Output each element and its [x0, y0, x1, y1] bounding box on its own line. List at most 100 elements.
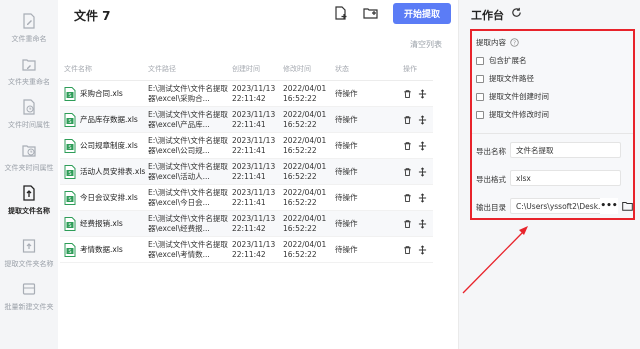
option-label: 提取文件路径 [489, 74, 534, 83]
excel-file-icon: S [64, 138, 76, 153]
modified-time: 2022/04/01 16:52:22 [283, 239, 327, 259]
start-extract-button[interactable]: 开始提取 [393, 3, 451, 24]
move-icon[interactable] [418, 140, 427, 151]
move-icon[interactable] [418, 166, 427, 177]
table-row[interactable]: S 公司规章制度.xls E:\测试文件\文件名提取器\excel\公司规... 20… [60, 133, 433, 159]
file-name: 今日会议安排.xls [80, 192, 138, 202]
sidebar-item-label: 文件夹重命名 [8, 78, 50, 86]
created-time: 2023/11/13 22:11:42 [232, 213, 276, 233]
folder-icon[interactable] [622, 201, 633, 211]
table-row[interactable]: S 经费报销.xls E:\测试文件\文件名提取器\excel\经费报... 2023… [60, 211, 433, 237]
file-name-cell: S 活动人员安排表.xls [60, 164, 148, 179]
export-format-select[interactable]: xlsx [510, 170, 621, 186]
table-header: 文件名称 文件路径 创建时间 修改时间 状态 操作 [60, 57, 433, 81]
file-path: E:\测试文件\文件名提取器\excel\经费报... [148, 213, 228, 233]
file-name-cell: S 今日会议安排.xls [60, 190, 148, 205]
file-name: 公司规章制度.xls [80, 140, 138, 150]
batch-new-folder-icon [22, 283, 36, 295]
modified-time: 2022/04/01 16:52:22 [283, 213, 327, 233]
help-icon[interactable]: ? [510, 38, 519, 47]
svg-text:S: S [68, 223, 71, 229]
output-dir-label: 输出目录 [476, 203, 506, 212]
browse-more-button[interactable]: ••• [600, 198, 618, 214]
sidebar-item-label: 文件时间属性 [8, 121, 50, 129]
extract-foldername-icon [22, 239, 36, 253]
file-path: E:\测试文件\文件名提取器\excel\采购合... [148, 83, 228, 103]
sidebar-item-folder-time[interactable]: 文件夹时间属性 [0, 138, 58, 182]
delete-icon[interactable] [403, 193, 412, 203]
add-folder-icon[interactable] [363, 6, 379, 20]
move-icon[interactable] [418, 192, 427, 203]
table-row[interactable]: S 活动人员安排表.xls E:\测试文件\文件名提取器\excel\活动人... 2… [60, 159, 433, 185]
delete-icon[interactable] [403, 167, 412, 177]
checkbox[interactable] [476, 56, 484, 65]
extract-content-heading: 提取内容 ? [476, 37, 519, 48]
page-title: 文件 7 [74, 9, 111, 23]
column-header-modified: 修改时间 [283, 64, 311, 73]
file-name: 采购合同.xls [80, 88, 123, 98]
delete-icon[interactable] [403, 219, 412, 229]
excel-file-icon: S [64, 86, 76, 101]
option-label: 包含扩展名 [489, 56, 527, 65]
sidebar-item-label: 文件重命名 [11, 35, 47, 43]
created-time: 2023/11/13 22:11:41 [232, 161, 276, 181]
option-include-extension[interactable]: 包含扩展名 [476, 55, 527, 66]
column-header-name: 文件名称 [64, 64, 92, 73]
modified-time: 2022/04/01 16:52:22 [283, 83, 327, 103]
file-name: 活动人员安排表.xls [80, 166, 146, 176]
sidebar-item-batch-new-folder[interactable]: 批量新建文件夹 [0, 277, 58, 321]
folder-time-icon [22, 145, 36, 157]
file-name-cell: S 产品库存数据.xls [60, 112, 148, 127]
checkbox[interactable] [476, 92, 484, 101]
modified-time: 2022/04/01 16:52:22 [283, 135, 327, 155]
row-actions [403, 166, 433, 177]
delete-icon[interactable] [403, 141, 412, 151]
move-icon[interactable] [418, 244, 427, 255]
created-time: 2023/11/13 22:11:42 [232, 239, 276, 259]
clear-list-button[interactable]: 清空列表 [410, 39, 442, 50]
status-text: 待操作 [335, 192, 358, 202]
status-text: 待操作 [335, 114, 358, 124]
delete-icon[interactable] [403, 115, 412, 125]
sidebar-item-extract-filename[interactable]: 提取文件名称 [0, 181, 58, 225]
status-text: 待操作 [335, 218, 358, 228]
option-label: 提取文件修改时间 [489, 110, 549, 119]
file-name: 产品库存数据.xls [80, 114, 138, 124]
option-extract-created-time[interactable]: 提取文件创建时间 [476, 91, 549, 102]
sidebar-item-file-rename[interactable]: 文件重命名 [0, 9, 58, 53]
status-text: 待操作 [335, 88, 358, 98]
move-icon[interactable] [418, 88, 427, 99]
refresh-icon[interactable] [511, 7, 522, 18]
table-row[interactable]: S 考情数据.xls E:\测试文件\文件名提取器\excel\考情数... 2023… [60, 237, 433, 263]
excel-file-icon: S [64, 242, 76, 257]
svg-text:S: S [68, 171, 71, 177]
file-time-icon [23, 99, 35, 115]
file-name-cell: S 采购合同.xls [60, 86, 148, 101]
move-icon[interactable] [418, 218, 427, 229]
svg-text:S: S [68, 145, 71, 151]
sidebar-item-extract-foldername[interactable]: 提取文件夹名称 [0, 234, 58, 278]
checkbox[interactable] [476, 74, 484, 83]
svg-text:S: S [68, 249, 71, 255]
row-actions [403, 244, 433, 255]
table-row[interactable]: S 今日会议安排.xls E:\测试文件\文件名提取器\excel\今日会... 20… [60, 185, 433, 211]
file-name: 经费报销.xls [80, 218, 123, 228]
delete-icon[interactable] [403, 245, 412, 255]
modified-time: 2022/04/01 16:52:22 [283, 161, 327, 181]
option-extract-modified-time[interactable]: 提取文件修改时间 [476, 109, 549, 120]
delete-icon[interactable] [403, 89, 412, 99]
file-path: E:\测试文件\文件名提取器\excel\产品库... [148, 109, 228, 129]
add-file-icon[interactable] [334, 6, 348, 20]
export-format-label: 导出格式 [476, 175, 506, 184]
file-path: E:\测试文件\文件名提取器\excel\公司规... [148, 135, 228, 155]
move-icon[interactable] [418, 114, 427, 125]
checkbox[interactable] [476, 110, 484, 119]
main-panel: 文件 7 开始提取 清空列表 文件名称 文件路径 创建时间 修改时间 状态 操作… [58, 0, 458, 349]
workbench-panel: 工作台 提取内容 ? 包含扩展名 提取文件路径 提取文件创建时间 提取文件修改时… [458, 0, 640, 349]
sidebar-item-file-time[interactable]: 文件时间属性 [0, 95, 58, 139]
table-row[interactable]: S 产品库存数据.xls E:\测试文件\文件名提取器\excel\产品库... 20… [60, 107, 433, 133]
table-row[interactable]: S 采购合同.xls E:\测试文件\文件名提取器\excel\采购合... 2023… [60, 81, 433, 107]
option-extract-path[interactable]: 提取文件路径 [476, 73, 534, 84]
sidebar-item-folder-rename[interactable]: 文件夹重命名 [0, 52, 58, 96]
export-name-input[interactable]: 文件名提取 [510, 142, 621, 158]
